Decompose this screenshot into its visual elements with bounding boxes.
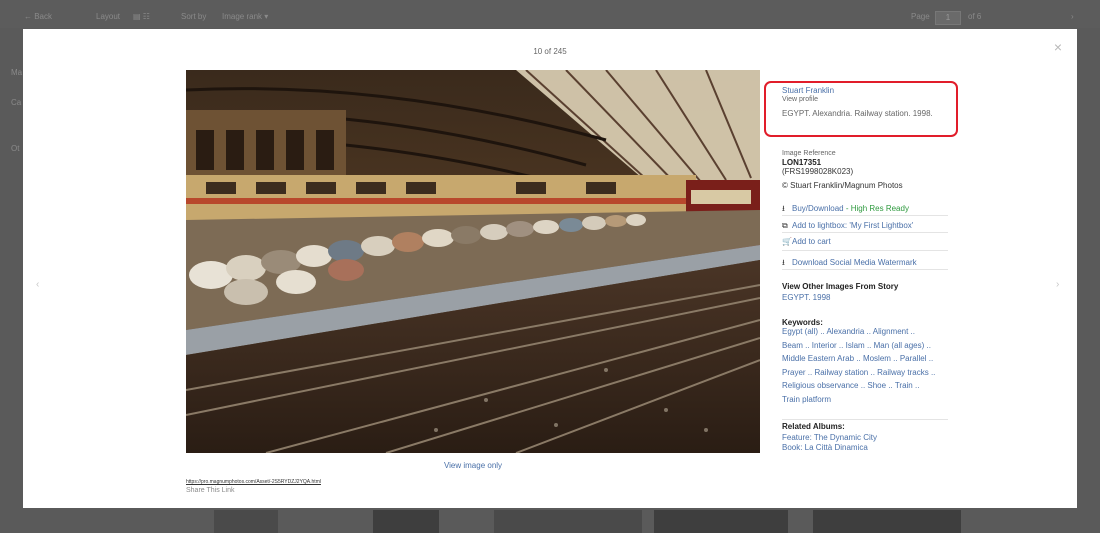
photo-illustration: [186, 70, 760, 453]
buy-download-label: Buy/Download: [792, 204, 844, 213]
keyword-link[interactable]: Moslem: [863, 354, 891, 363]
sidebar-text-1: Ma: [11, 68, 23, 77]
thumbnail[interactable]: [494, 510, 642, 533]
sidebar-text-3: Ot: [11, 144, 20, 153]
share-url[interactable]: https://pro.magnumphotos.com/Asset/-2S5R…: [186, 479, 321, 485]
keyword-link[interactable]: Alignment: [873, 327, 909, 336]
related-album-link[interactable]: Feature: The Dynamic City: [782, 433, 950, 442]
background-toolbar: ← Back Layout ▤ ☷ Sort by Image rank ▾ P…: [0, 0, 1100, 28]
next-image-icon[interactable]: ›: [1056, 279, 1059, 290]
keyword-link[interactable]: Interior: [812, 341, 837, 350]
image-reference-label: Image Reference: [782, 150, 836, 157]
keyword-link[interactable]: Shoe: [867, 381, 886, 390]
keyword-link[interactable]: Man (all ages): [874, 341, 925, 350]
add-to-cart-button[interactable]: 🛒Add to cart: [782, 235, 948, 248]
keyword-link[interactable]: Egypt (all): [782, 327, 818, 336]
other-images-heading: View Other Images From Story: [782, 282, 899, 291]
download-icon: ⭳: [782, 204, 785, 213]
main-photo[interactable]: [186, 70, 760, 453]
lightbox-icon: ⧉: [782, 221, 788, 230]
layout-label[interactable]: Layout: [96, 12, 120, 21]
photographer-link[interactable]: Stuart Franklin: [782, 86, 950, 95]
page-label: Page: [911, 12, 930, 21]
page-input[interactable]: 1: [935, 11, 961, 25]
keyword-link[interactable]: Parallel: [900, 354, 927, 363]
related-albums-heading: Related Albums:: [782, 422, 845, 431]
download-icon: ⭳: [782, 258, 785, 267]
add-to-cart-label: Add to cart: [792, 237, 831, 246]
keyword-link[interactable]: Religious observance: [782, 381, 859, 390]
view-profile-link[interactable]: View profile: [782, 96, 950, 103]
previous-image-icon[interactable]: ‹: [36, 279, 39, 290]
background-sidebar: Ma Ca Ot: [0, 28, 23, 533]
sort-by-label: Sort by: [181, 12, 207, 21]
divider: [782, 419, 948, 420]
keyword-link[interactable]: Railway station: [814, 368, 868, 377]
back-link[interactable]: ← Back: [24, 12, 52, 21]
close-icon[interactable]: ×: [1054, 39, 1062, 55]
keyword-link[interactable]: Prayer: [782, 368, 806, 377]
buy-download-button[interactable]: ⭳ Buy/Download - High Res Ready: [782, 202, 948, 216]
sidebar-text-2: Ca: [11, 98, 22, 107]
keyword-link[interactable]: Train: [895, 381, 913, 390]
thumbnail[interactable]: [654, 510, 788, 533]
share-this-link[interactable]: Share This Link: [186, 487, 235, 494]
keyword-link[interactable]: Beam: [782, 341, 803, 350]
view-image-only-link[interactable]: View image only: [186, 461, 760, 470]
keywords-list: Egypt (all) .. Alexandria .. Alignment .…: [782, 327, 936, 404]
add-to-lightbox-button[interactable]: ⧉ Add to lightbox: 'My First Lightbox': [782, 219, 948, 233]
sort-select[interactable]: Image rank ▾: [222, 12, 268, 21]
story-link[interactable]: EGYPT. 1998: [782, 293, 950, 302]
divider: [782, 250, 948, 251]
copyright: © Stuart Franklin/Magnum Photos: [782, 181, 903, 190]
add-to-lightbox-label: Add to lightbox: 'My First Lightbox': [792, 221, 914, 230]
image-lightbox-modal: 10 of 245 × ‹ › View image only https://…: [23, 29, 1077, 508]
download-watermark-label: Download Social Media Watermark: [792, 258, 917, 267]
image-code: (FRS1998028K023): [782, 167, 854, 176]
related-album-link[interactable]: Book: La Città Dinamica: [782, 443, 950, 452]
keyword-link[interactable]: Railway tracks: [877, 368, 929, 377]
cart-icon: 🛒: [782, 237, 792, 246]
next-page-icon[interactable]: ›: [1071, 12, 1074, 21]
image-reference: LON17351: [782, 158, 822, 167]
download-watermark-button[interactable]: ⭳ Download Social Media Watermark: [782, 256, 948, 270]
image-counter: 10 of 245: [533, 47, 567, 56]
thumbnail[interactable]: [373, 510, 439, 533]
keyword-link[interactable]: Train platform: [782, 395, 831, 404]
thumbnail[interactable]: [813, 510, 961, 533]
thumbnail[interactable]: [214, 510, 278, 533]
high-res-status: - High Res Ready: [843, 204, 909, 213]
keyword-link[interactable]: Alexandria: [826, 327, 864, 336]
layout-grid-icon[interactable]: ▤ ☷: [133, 12, 150, 21]
image-caption: EGYPT. Alexandria. Railway station. 1998…: [782, 109, 933, 118]
keyword-link[interactable]: Islam: [846, 341, 865, 350]
page-count: of 6: [968, 12, 982, 21]
keyword-link[interactable]: Middle Eastern Arab: [782, 354, 854, 363]
